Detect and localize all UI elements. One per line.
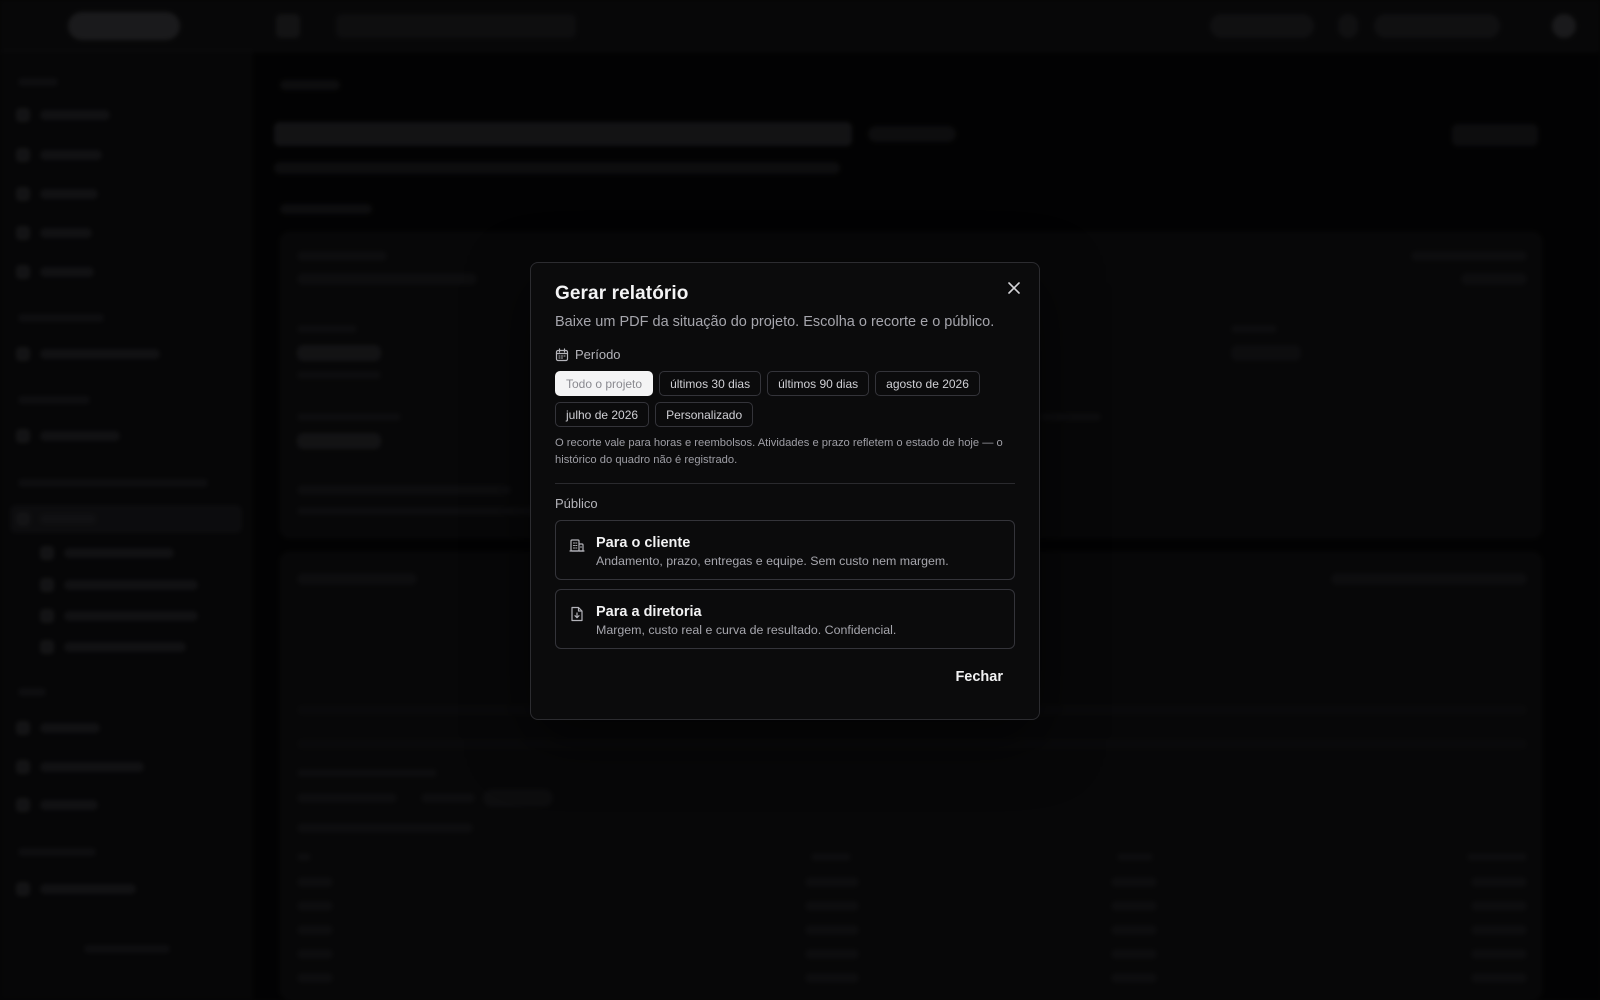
period-note: O recorte vale para horas e reembolsos. … <box>555 437 1003 466</box>
section-divider <box>555 483 1015 484</box>
audience-option-title: Para o cliente <box>596 535 691 551</box>
period-option-julho-2026[interactable]: julho de 2026 <box>555 402 650 427</box>
period-section-label: Período <box>555 347 621 362</box>
period-option-ultimos-90-dias[interactable]: últimos 90 dias <box>767 371 870 396</box>
period-options: Todo o projeto últimos 30 dias últimos 9… <box>555 371 1025 427</box>
audience-label: Público <box>555 496 598 511</box>
period-label: Período <box>575 347 621 362</box>
file-download-icon <box>571 606 583 622</box>
period-option-personalizado[interactable]: Personalizado <box>655 402 754 427</box>
building-icon <box>569 539 585 552</box>
period-option-todo-o-projeto[interactable]: Todo o projeto <box>555 371 654 396</box>
audience-option-description: Margem, custo real e curva de resultado.… <box>596 623 897 637</box>
audience-option-description: Andamento, prazo, entregas e equipe. Sem… <box>596 554 949 568</box>
calendar-icon <box>555 347 569 361</box>
generate-report-dialog: Gerar relatório Baixe um PDF da situação… <box>530 262 1040 720</box>
audience-option-client[interactable]: Para o cliente Andamento, prazo, entrega… <box>555 520 1015 580</box>
audience-section-label: Público <box>555 496 598 511</box>
audience-option-board[interactable]: Para a diretoria Margem, custo real e cu… <box>555 589 1015 649</box>
close-dialog-button[interactable]: Fechar <box>943 661 1015 693</box>
period-option-agosto-2026[interactable]: agosto de 2026 <box>875 371 980 396</box>
dialog-title: Gerar relatório <box>555 283 689 304</box>
close-button[interactable] <box>1003 277 1025 299</box>
period-option-ultimos-30-dias[interactable]: últimos 30 dias <box>659 371 762 396</box>
audience-option-title: Para a diretoria <box>596 604 702 620</box>
dialog-subtitle: Baixe um PDF da situação do projeto. Esc… <box>555 314 995 330</box>
close-icon <box>1008 282 1020 294</box>
